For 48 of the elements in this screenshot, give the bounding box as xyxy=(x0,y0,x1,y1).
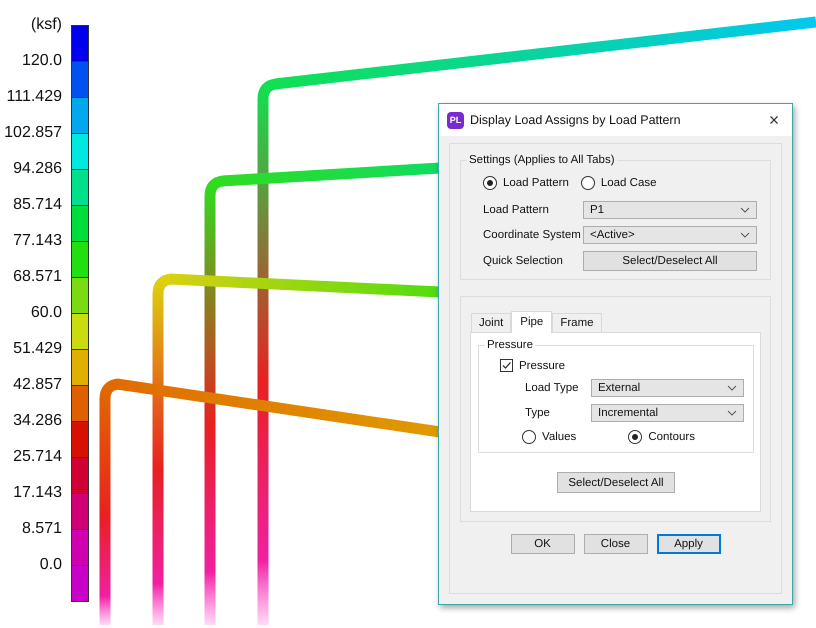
tab[interactable]: Joint xyxy=(471,313,512,332)
dialog-button[interactable]: OK xyxy=(510,534,574,554)
select-all-button[interactable]: Select/Deselect All xyxy=(583,251,757,271)
checkbox[interactable]: Pressure xyxy=(479,355,753,372)
chevron-icon xyxy=(727,385,737,391)
select-all-button[interactable]: Select/Deselect All xyxy=(557,472,675,493)
legend-value: 42.857 xyxy=(13,375,62,395)
radio-button[interactable]: Values xyxy=(522,430,576,444)
dropdown[interactable]: <Active> xyxy=(583,226,757,244)
group-title: Pressure xyxy=(486,339,534,351)
chevron-icon xyxy=(740,207,750,213)
group-title: Settings (Applies to All Tabs) xyxy=(468,154,616,166)
legend-value: 77.143 xyxy=(13,231,62,251)
field-label: Type xyxy=(525,407,551,419)
legend-value: 94.286 xyxy=(13,159,62,179)
tab[interactable]: Frame xyxy=(552,313,602,332)
tab[interactable]: Pipe xyxy=(511,311,552,333)
radio-button[interactable]: Contours xyxy=(628,430,695,444)
dialog-button[interactable]: Close xyxy=(584,534,648,554)
radio-button[interactable]: Load Pattern xyxy=(483,176,569,190)
legend-value: 34.286 xyxy=(13,411,62,431)
legend-value: 25.714 xyxy=(13,447,62,467)
legend-value: 120.0 xyxy=(22,51,62,71)
radio-button[interactable]: Load Case xyxy=(580,176,656,190)
app-icon: PL xyxy=(447,112,464,128)
legend-value: 17.143 xyxy=(13,483,62,503)
legend-value: 0.0 xyxy=(40,555,62,575)
field-label: Quick Selection xyxy=(483,255,564,267)
chevron-icon xyxy=(740,232,750,238)
field-label: Load Pattern xyxy=(483,204,550,216)
dropdown[interactable]: P1 xyxy=(583,201,757,219)
field-label: Coordinate System xyxy=(483,229,582,241)
close-button[interactable]: × xyxy=(764,110,784,130)
legend-value: 8.571 xyxy=(22,519,62,539)
legend-value: 111.429 xyxy=(6,87,62,107)
legend-value: 102.857 xyxy=(4,123,62,143)
field-label: Load Type xyxy=(525,382,580,394)
check-icon xyxy=(501,360,512,371)
legend-value: 60.0 xyxy=(30,303,62,323)
dialog-button[interactable]: Apply xyxy=(656,534,720,554)
dropdown[interactable]: Incremental xyxy=(591,404,744,422)
chevron-icon xyxy=(727,410,737,416)
unit-label: (ksf) xyxy=(30,15,62,35)
window-title: Display Load Assigns by Load Pattern xyxy=(470,113,682,127)
legend-value: 68.571 xyxy=(13,267,62,287)
legend-value: 85.714 xyxy=(13,195,62,215)
dropdown[interactable]: External xyxy=(591,379,744,397)
legend-value: 51.429 xyxy=(13,339,62,359)
